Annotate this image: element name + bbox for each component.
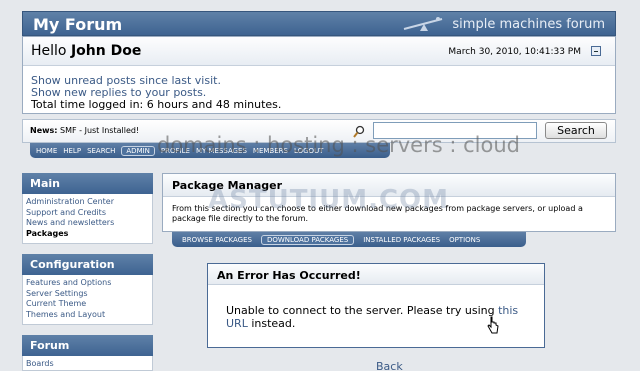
menu-item-admin[interactable]: ADMIN bbox=[121, 145, 155, 156]
greeting: Hello John Doe bbox=[31, 43, 141, 59]
collapse-icon[interactable] bbox=[591, 46, 601, 56]
tab-installed-packages[interactable]: INSTALLED PACKAGES bbox=[363, 236, 440, 244]
sidebar-item-administration-center[interactable]: Administration Center bbox=[26, 197, 152, 208]
sidebar-item-news-newsletters[interactable]: News and newsletters bbox=[26, 218, 152, 229]
mouse-pointer-icon bbox=[487, 316, 499, 334]
news-text: SMF - Just Installed! bbox=[60, 126, 140, 135]
forum-title[interactable]: My Forum bbox=[33, 15, 122, 34]
news-label: News: bbox=[30, 126, 58, 135]
error-message-text: Unable to connect to the server. Please … bbox=[226, 304, 499, 317]
menu-item-search[interactable]: SEARCH bbox=[87, 147, 115, 155]
user-info-panel: Hello John Doe March 30, 2010, 10:41:33 … bbox=[22, 36, 616, 114]
sidebar-item-packages[interactable]: Packages bbox=[26, 229, 152, 240]
news: News: SMF - Just Installed! bbox=[30, 126, 139, 135]
smf-logo[interactable]: simple machines forum bbox=[402, 16, 605, 32]
back-link[interactable]: Back bbox=[376, 360, 403, 371]
tab-options[interactable]: OPTIONS bbox=[449, 236, 480, 244]
current-datetime: March 30, 2010, 10:41:33 PM bbox=[448, 47, 581, 57]
error-message-tail: instead. bbox=[247, 317, 296, 330]
time-logged-text: Total time logged in: 6 hours and 48 min… bbox=[31, 98, 282, 111]
sidebar-heading-configuration: Configuration bbox=[22, 254, 153, 275]
user-name: John Doe bbox=[70, 43, 142, 59]
sidebar-item-server-settings[interactable]: Server Settings bbox=[26, 289, 152, 300]
search-button[interactable]: Search bbox=[545, 122, 607, 139]
menu-item-help[interactable]: HELP bbox=[63, 147, 81, 155]
sidebar-item-features-options[interactable]: Features and Options bbox=[26, 278, 152, 289]
sidebar-section-forum: Boards bbox=[22, 356, 153, 371]
smf-logo-text: simple machines forum bbox=[452, 16, 605, 32]
sidebar-item-current-theme[interactable]: Current Theme bbox=[26, 299, 152, 310]
tab-download-packages[interactable]: DOWNLOAD PACKAGES bbox=[260, 234, 355, 245]
sidebar-heading-main: Main bbox=[22, 173, 153, 194]
error-panel: An Error Has Occurred! Unable to connect… bbox=[207, 263, 545, 348]
sidebar-section-main: Administration Center Support and Credit… bbox=[22, 194, 153, 244]
error-titlebar: An Error Has Occurred! bbox=[208, 264, 544, 285]
sidebar-item-boards[interactable]: Boards bbox=[26, 359, 152, 370]
seesaw-logo-icon bbox=[404, 17, 443, 31]
package-manager-tabs: BROWSE PACKAGES DOWNLOAD PACKAGES INSTAL… bbox=[172, 232, 526, 247]
sidebar-item-support-credits[interactable]: Support and Credits bbox=[26, 208, 152, 219]
sidebar-item-themes-layout[interactable]: Themes and Layout bbox=[26, 310, 152, 321]
error-title: An Error Has Occurred! bbox=[217, 269, 361, 282]
sidebar-heading-forum: Forum bbox=[22, 335, 153, 356]
user-greeting-bar: Hello John Doe March 30, 2010, 10:41:33 … bbox=[23, 37, 615, 66]
greeting-text: Hello bbox=[31, 43, 67, 59]
watermark-text: domains : hosting : servers : cloud bbox=[157, 133, 520, 157]
menu-item-home[interactable]: HOME bbox=[36, 147, 57, 155]
sidebar-section-configuration: Features and Options Server Settings Cur… bbox=[22, 275, 153, 325]
tab-browse-packages[interactable]: BROWSE PACKAGES bbox=[182, 236, 252, 244]
watermark-logo-text: ASTUTIUM.COM bbox=[208, 185, 450, 215]
forum-header: My Forum simple machines forum bbox=[22, 11, 616, 36]
